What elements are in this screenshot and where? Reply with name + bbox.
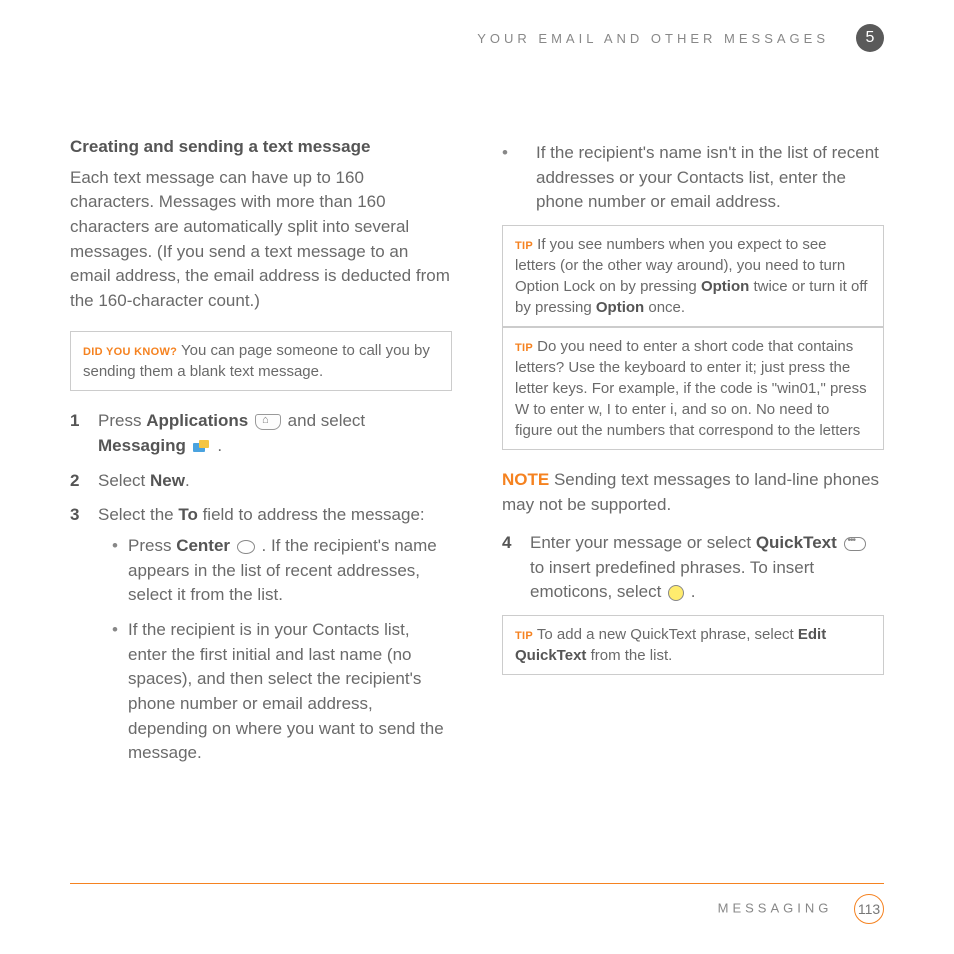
bullet-center: Press Center . If the recipient's name a… <box>112 534 452 608</box>
step-3-bullets: Press Center . If the recipient's name a… <box>112 534 452 766</box>
note-text: Sending text messages to land-line phone… <box>502 470 879 514</box>
content-columns: Creating and sending a text message Each… <box>70 135 884 776</box>
center-button-icon <box>237 540 255 554</box>
step-4: Enter your message or select QuickText t… <box>502 531 884 605</box>
center-label: Center <box>176 536 230 555</box>
bullet-not-in-list: If the recipient's name isn't in the lis… <box>502 141 884 215</box>
running-header: YOUR EMAIL AND OTHER MESSAGES 5 <box>70 30 884 70</box>
tip1-e: once. <box>644 299 685 316</box>
new-label: New <box>150 471 185 490</box>
note-label: NOTE <box>502 470 549 489</box>
page: YOUR EMAIL AND OTHER MESSAGES 5 CHAPTER … <box>0 0 954 954</box>
step-2-text-a: Select <box>98 471 150 490</box>
step-4-text-d: . <box>686 582 695 601</box>
step-3-bullets-cont: If the recipient's name isn't in the lis… <box>502 141 884 215</box>
step-2: Select New. <box>70 469 452 494</box>
step-3-text-c: field to address the message: <box>198 505 425 524</box>
quicktext-icon <box>844 537 866 551</box>
note-landline: NOTE Sending text messages to land-line … <box>502 468 884 517</box>
footer-section: MESSAGING <box>718 900 833 915</box>
applications-key-icon <box>255 414 281 430</box>
page-number: 113 <box>854 894 884 924</box>
header-title: YOUR EMAIL AND OTHER MESSAGES <box>477 31 829 46</box>
bullet-contacts: If the recipient is in your Contacts lis… <box>112 618 452 766</box>
right-column: If the recipient's name isn't in the lis… <box>502 135 884 776</box>
tip-label-1: TIP <box>515 240 533 252</box>
tip-option-lock: TIP If you see numbers when you expect t… <box>502 225 884 327</box>
did-you-know-callout: DID YOU KNOW? You can page someone to ca… <box>70 331 452 391</box>
step-4-text-a: Enter your message or select <box>530 533 756 552</box>
tip-quicktext: TIP To add a new QuickText phrase, selec… <box>502 615 884 675</box>
tip-group: TIP If you see numbers when you expect t… <box>502 225 884 450</box>
steps-list-cont: Enter your message or select QuickText t… <box>502 531 884 605</box>
step-1-text-a: Press <box>98 411 146 430</box>
applications-label: Applications <box>146 411 248 430</box>
option-label-1: Option <box>701 278 749 295</box>
step-2-text-c: . <box>185 471 190 490</box>
quicktext-label: QuickText <box>756 533 837 552</box>
step-1: Press Applications and select Messaging … <box>70 409 452 458</box>
bullet-1-text-a: Press <box>128 536 176 555</box>
section-intro: Each text message can have up to 160 cha… <box>70 166 452 314</box>
section-heading: Creating and sending a text message <box>70 135 452 160</box>
steps-list: Press Applications and select Messaging … <box>70 409 452 765</box>
left-column: Creating and sending a text message Each… <box>70 135 452 776</box>
footer: MESSAGING 113 <box>70 883 884 924</box>
step-1-text-c: and select <box>283 411 365 430</box>
messaging-icon <box>193 439 211 455</box>
to-label: To <box>178 505 198 524</box>
step-3: Select the To field to address the messa… <box>70 503 452 765</box>
messaging-label: Messaging <box>98 436 186 455</box>
chapter-number-badge: 5 <box>856 24 884 52</box>
emoticon-icon <box>668 585 684 601</box>
tip-label-3: TIP <box>515 630 533 642</box>
step-1-text-e: . <box>213 436 222 455</box>
tip-short-code: TIP Do you need to enter a short code th… <box>502 327 884 450</box>
tip2-text: Do you need to enter a short code that c… <box>515 338 867 439</box>
tip3-a: To add a new QuickText phrase, select <box>533 626 798 643</box>
did-you-know-label: DID YOU KNOW? <box>83 346 177 358</box>
tip-label-2: TIP <box>515 342 533 354</box>
option-label-2: Option <box>596 299 644 316</box>
step-3-text-a: Select the <box>98 505 178 524</box>
tip3-c: from the list. <box>586 647 672 664</box>
